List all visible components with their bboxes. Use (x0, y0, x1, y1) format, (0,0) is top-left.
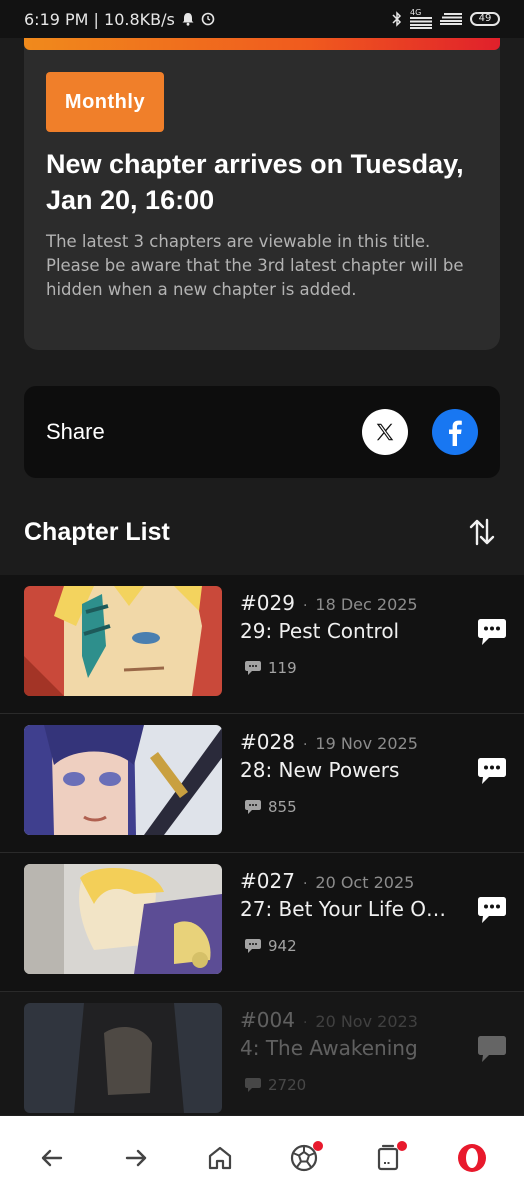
facebook-logo-icon (449, 420, 462, 446)
chapter-row-locked[interactable]: #004 · 20 Nov 2023 4: The Awakening 2720 (0, 992, 524, 1116)
release-description: The latest 3 chapters are viewable in th… (46, 232, 464, 299)
battery-icon: 49 (470, 12, 500, 26)
home-icon (208, 1146, 232, 1170)
chapter-number: #028 (240, 730, 295, 754)
chapter-comment-count: 942 (244, 937, 297, 955)
signal-bars-icon (440, 13, 462, 25)
status-bar: 6:19 PM | 10.8KB/s 4G 49 (0, 0, 524, 38)
sort-order-button[interactable] (464, 514, 500, 550)
chapter-comments-icon[interactable] (476, 756, 508, 786)
chapter-list-header: Chapter List (24, 508, 500, 556)
chapter-comments-icon[interactable] (476, 617, 508, 647)
notification-bell-icon (181, 12, 195, 26)
tabs-button[interactable] (363, 1133, 413, 1183)
comment-count: 119 (268, 659, 297, 677)
meta-separator: · (302, 876, 308, 892)
opera-logo-icon (458, 1144, 486, 1172)
chapter-row[interactable]: #029 · 18 Dec 2025 29: Pest Control 119 (0, 575, 524, 714)
chapter-comment-count: 855 (244, 798, 297, 816)
chapter-comment-count: 2720 (244, 1076, 306, 1094)
comment-count: 2720 (268, 1076, 307, 1094)
arrow-left-icon (41, 1149, 63, 1167)
chapter-list-title: Chapter List (24, 517, 170, 546)
comment-icon (245, 800, 261, 814)
bluetooth-icon (392, 11, 402, 27)
comment-icon (245, 1078, 261, 1092)
chapter-meta: #004 · 20 Nov 2023 (240, 1008, 418, 1032)
chapter-comments-icon[interactable] (476, 1034, 508, 1064)
meta-separator: · (302, 737, 308, 753)
chapter-comments-icon[interactable] (476, 895, 508, 925)
share-facebook-button[interactable] (432, 409, 478, 455)
chapter-title: 4: The Awakening (240, 1036, 418, 1060)
forward-button[interactable] (111, 1133, 161, 1183)
browser-bottom-nav (0, 1116, 524, 1200)
chapter-number: #027 (240, 869, 295, 893)
chapter-number: #004 (240, 1008, 295, 1032)
chapter-comment-count: 119 (244, 659, 297, 677)
status-time-speed: 6:19 PM | 10.8KB/s (24, 9, 175, 29)
share-panel: Share (24, 386, 500, 478)
chapter-title: 29: Pest Control (240, 619, 400, 643)
monthly-badge: Monthly (46, 72, 164, 132)
chapter-meta: #029 · 18 Dec 2025 (240, 591, 418, 615)
chapter-title: 28: New Powers (240, 758, 400, 782)
chapter-thumbnail (24, 864, 222, 974)
chapter-date: 19 Nov 2025 (315, 734, 418, 753)
notification-dot (313, 1141, 323, 1151)
chapter-meta: #028 · 19 Nov 2025 (240, 730, 418, 754)
release-headline: New chapter arrives on Tuesday, Jan 20, … (46, 149, 464, 215)
share-label: Share (46, 419, 105, 444)
chapter-date: 20 Nov 2023 (315, 1012, 418, 1031)
notification-dot (397, 1141, 407, 1151)
comment-icon (245, 939, 261, 953)
network-type: 4G (410, 8, 422, 17)
comment-icon (245, 661, 261, 675)
x-logo-icon (376, 423, 394, 441)
chapter-number: #029 (240, 591, 295, 615)
chapter-row[interactable]: #027 · 20 Oct 2025 27: Bet Your Life On.… (0, 853, 524, 992)
football-button[interactable] (279, 1133, 329, 1183)
alarm-clock-icon (201, 12, 215, 26)
opera-menu-button[interactable] (447, 1133, 497, 1183)
arrow-right-icon (125, 1149, 147, 1167)
chapter-meta: #027 · 20 Oct 2025 (240, 869, 414, 893)
chapter-thumbnail (24, 586, 222, 696)
meta-separator: · (302, 598, 308, 614)
comment-count: 855 (268, 798, 297, 816)
comment-count: 942 (268, 937, 297, 955)
chapter-date: 20 Oct 2025 (315, 873, 415, 892)
chapter-thumbnail (24, 1003, 222, 1113)
meta-separator: · (302, 1015, 308, 1031)
chapter-date: 18 Dec 2025 (315, 595, 418, 614)
release-schedule-card: Monthly New chapter arrives on Tuesday, … (24, 38, 500, 350)
chapter-thumbnail (24, 725, 222, 835)
card-accent-bar (24, 38, 500, 50)
chapter-title: 27: Bet Your Life On... (240, 897, 455, 921)
share-x-button[interactable] (362, 409, 408, 455)
sort-arrows-icon (469, 518, 495, 546)
chapter-row[interactable]: #028 · 19 Nov 2025 28: New Powers 855 (0, 714, 524, 853)
back-button[interactable] (27, 1133, 77, 1183)
home-button[interactable] (195, 1133, 245, 1183)
signal-4g-icon: 4G (410, 9, 432, 29)
